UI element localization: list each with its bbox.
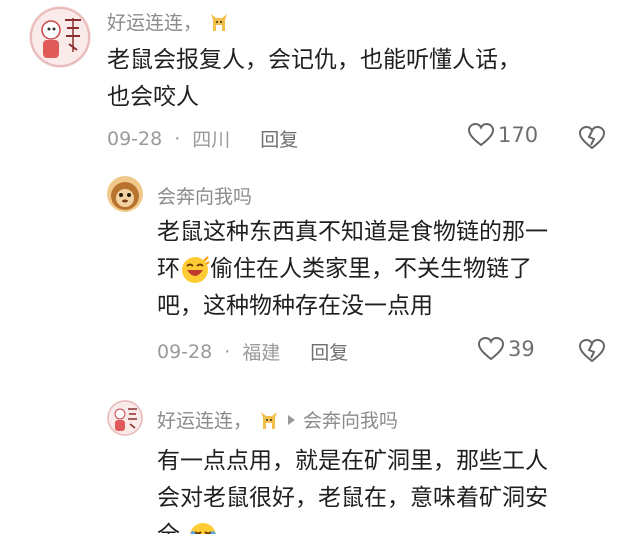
laughing-emoji [180,255,210,285]
comment-text: 老鼠会报复人，会记仇，也能听懂人话， 也会咬人 [107,42,627,116]
reply-text-segment: 偷住在人类家里，不关生物链了 [210,256,532,282]
reply-to-username[interactable]: 会奔向我吗 [303,406,398,433]
comment-line: 也会咬人 [107,84,199,110]
avatar-haoyunlianlian[interactable] [29,6,91,68]
reply-line: 会对老鼠很好，老鼠在，意味着矿洞安 [157,485,548,511]
comment-line: 老鼠会报复人，会记仇，也能听懂人话， [107,47,521,73]
like-button[interactable]: 39 [478,337,535,361]
reply-username[interactable]: 会奔向我吗 [157,182,252,209]
broken-heart-icon [579,339,605,363]
crying-laughing-emoji [188,521,218,534]
reply-line: 全 [157,517,632,534]
reply-button[interactable]: 回复 [260,125,298,152]
comment-meta: 09-28 · 四川 回复 [107,125,298,152]
heart-icon [468,123,498,147]
cat-icon [258,409,280,431]
reply-meta: 09-28 · 福建 回复 [157,338,348,365]
heart-icon [478,337,508,361]
reply-text-segment: 全 [157,522,180,534]
comment-location: 四川 [192,129,231,151]
like-count: 170 [498,123,539,147]
username-text: 好运连连， [157,410,253,432]
like-button[interactable]: 170 [468,123,538,147]
reply-text: 有一点点用，就是在矿洞里，那些工人 会对老鼠很好，老鼠在，意味着矿洞安 全 [157,443,632,534]
comment-date: 09-28 [107,127,163,150]
avatar-huibenxiangwoma[interactable] [107,176,143,212]
reply-line: 老鼠这种东西真不知道是食物链的那一 [157,219,548,245]
reply-location: 福建 [242,342,281,364]
reply-arrow-icon [288,414,296,425]
broken-heart-icon [579,126,605,150]
reply-button[interactable]: 回复 [310,338,348,365]
dislike-button[interactable] [579,339,605,363]
reply-username[interactable]: 好运连连， 会奔向我吗 [157,406,398,433]
dislike-button[interactable] [579,126,605,150]
avatar-haoyunlianlian[interactable] [107,400,143,436]
like-count: 39 [508,337,535,361]
reply-text: 老鼠这种东西真不知道是食物链的那一 环 偷住在人类家里，不关生物链了 吧，这种物… [157,214,632,325]
username-text: 好运连连， [107,12,203,34]
reply-text-segment: 环 [157,256,180,282]
cat-icon [208,11,230,33]
comment-username[interactable]: 好运连连， [107,8,230,35]
username-text: 会奔向我吗 [157,186,253,208]
reply-line: 环 偷住在人类家里，不关生物链了 [157,251,632,288]
separator-dot: · [224,340,231,363]
reply-line: 有一点点用，就是在矿洞里，那些工人 [157,448,548,474]
reply-line: 吧，这种物种存在没一点用 [157,293,433,319]
separator-dot: · [174,127,181,150]
reply-date: 09-28 [157,340,213,363]
